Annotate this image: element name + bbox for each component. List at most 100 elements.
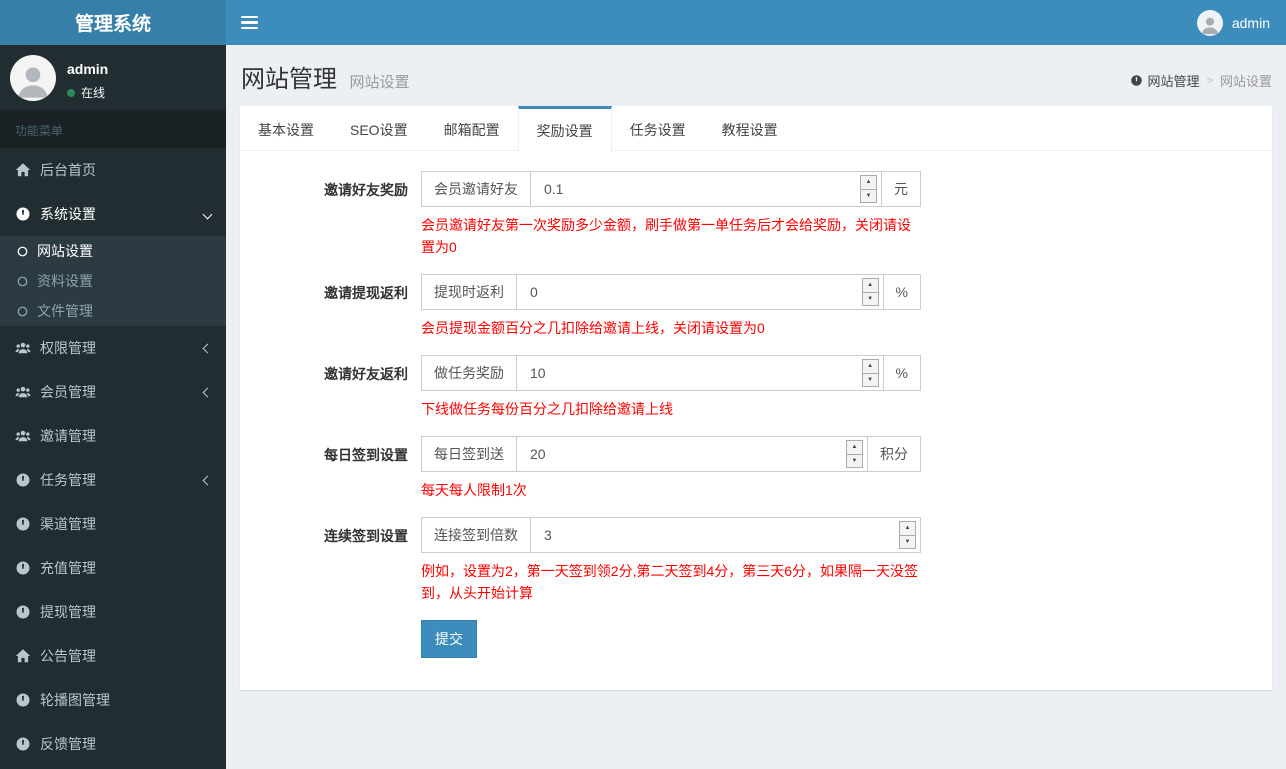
- spinner-down-button[interactable]: ▼: [862, 291, 878, 306]
- sidebar-user-status[interactable]: 在线: [67, 84, 108, 101]
- hamburger-icon: [240, 15, 258, 19]
- sidebar-item-invites: 邀请管理: [0, 414, 226, 458]
- sidebar-subitem-file-management: 文件管理: [0, 296, 226, 326]
- gauge-icon: [15, 692, 31, 708]
- spinner-down-button[interactable]: ▼: [900, 534, 915, 549]
- users-icon: [15, 428, 31, 444]
- chevron-left-icon: [202, 475, 213, 485]
- sidebar-section-label: 功能菜单: [0, 110, 226, 148]
- content-header: 网站管理 网站设置 网站管理 > 网站设置: [226, 45, 1286, 106]
- tab-seo[interactable]: SEO设置: [332, 106, 426, 150]
- consecutive-signin-row: 连续签到设置 连接签到倍数 ▲ ▼ 例如: [255, 517, 1257, 604]
- consecutive-signin-input[interactable]: [531, 518, 920, 552]
- page-title: 网站管理: [241, 66, 337, 93]
- field-label: 邀请好友返利: [324, 366, 408, 382]
- spinner-up-button[interactable]: ▲: [863, 279, 878, 292]
- sidebar-toggle-button[interactable]: [226, 0, 272, 45]
- sidebar-item-system-settings: 系统设置 网站设置 资料设置 文件管理: [0, 192, 226, 326]
- daily-signin-input[interactable]: [517, 437, 867, 471]
- tab-tutorial[interactable]: 教程设置: [704, 106, 796, 150]
- sidebar-item-feedback: 反馈管理: [0, 722, 226, 766]
- breadcrumb: 网站管理 > 网站设置: [1130, 71, 1272, 90]
- admin-page: 管理系统 admin admin 在线 功能菜单 后台首页 系统设置 网站设置 …: [0, 0, 1286, 769]
- breadcrumb-separator: >: [1206, 74, 1213, 87]
- chevron-down-icon: [202, 209, 213, 219]
- spinner-up-button[interactable]: ▲: [863, 360, 878, 373]
- sidebar-user-panel: admin 在线: [0, 45, 226, 110]
- sidebar-item-withdrawals: 提现管理: [0, 590, 226, 634]
- field-label: 邀请提现返利: [324, 285, 408, 301]
- unit-addon: 积分: [867, 436, 921, 472]
- settings-box: 基本设置 SEO设置 邮箱配置 奖励设置 任务设置 教程设置 邀请好友奖励 会员…: [240, 106, 1272, 690]
- daily-signin-row: 每日签到设置 每日签到送 ▲ ▼ 积分: [255, 436, 1257, 501]
- tab-email[interactable]: 邮箱配置: [426, 106, 518, 150]
- user-menu[interactable]: admin: [1181, 0, 1286, 45]
- sidebar-submenu-system: 网站设置 资料设置 文件管理: [0, 236, 226, 326]
- unit-addon: 元: [881, 171, 921, 207]
- online-dot-icon: [67, 88, 75, 97]
- help-text: 例如，设置为2，第一天签到领2分,第二天签到4分，第三天6分，如果隔一天没签到，…: [421, 563, 919, 601]
- sidebar-item-announcements: 公告管理: [0, 634, 226, 678]
- gauge-icon: [15, 560, 31, 576]
- sidebar-subitem-site-settings: 网站设置: [0, 236, 226, 266]
- page-subtitle: 网站设置: [349, 74, 410, 91]
- chevron-left-icon: [202, 343, 213, 353]
- number-spinner: ▲ ▼: [860, 175, 877, 203]
- sidebar-item-tasks: 任务管理: [0, 458, 226, 502]
- number-spinner: ▲ ▼: [861, 278, 879, 306]
- number-spinner: ▲ ▼: [861, 359, 879, 387]
- task-rebate-row: 邀请好友返利 做任务奖励 ▲ ▼ %: [255, 355, 1257, 420]
- app-title: 管理系统: [74, 14, 151, 35]
- sidebar-item-home: 后台首页: [0, 148, 226, 192]
- gauge-icon: [15, 206, 31, 222]
- spinner-down-button[interactable]: ▼: [862, 372, 878, 387]
- user-avatar-icon: [1196, 9, 1223, 36]
- input-addon: 做任务奖励: [421, 355, 517, 391]
- spinner-up-button[interactable]: ▲: [900, 522, 915, 535]
- spinner-up-button[interactable]: ▲: [847, 441, 862, 454]
- circle-o-icon: [16, 275, 29, 288]
- tab-task[interactable]: 任务设置: [612, 106, 704, 150]
- gauge-icon: [15, 604, 31, 620]
- input-addon: 连接签到倍数: [421, 517, 531, 553]
- number-spinner: ▲ ▼: [846, 440, 863, 468]
- invite-friend-reward-row: 邀请好友奖励 会员邀请好友 ▲ ▼ 元: [255, 171, 1257, 258]
- field-label: 连续签到设置: [324, 528, 408, 544]
- top-navbar: admin: [226, 0, 1286, 45]
- gauge-icon: [1130, 74, 1143, 87]
- chevron-left-icon: [202, 387, 213, 397]
- tab-basic[interactable]: 基本设置: [240, 106, 332, 150]
- sidebar-avatar-icon: [10, 55, 56, 101]
- sidebar-item-members: 会员管理: [0, 370, 226, 414]
- tab-reward[interactable]: 奖励设置: [517, 106, 612, 152]
- gauge-icon: [15, 472, 31, 488]
- input-addon: 提现时返利: [421, 274, 517, 310]
- number-spinner: ▲ ▼: [899, 521, 916, 549]
- navbar-username: admin: [1231, 14, 1270, 31]
- sidebar: admin 在线 功能菜单 后台首页 系统设置 网站设置 资料设置 文件管理 权…: [0, 45, 226, 769]
- withdraw-rebate-input[interactable]: [517, 275, 883, 309]
- sidebar-item-carousel: 轮播图管理: [0, 678, 226, 722]
- breadcrumb-root-link[interactable]: 网站管理: [1130, 71, 1200, 90]
- sidebar-item-channels: 渠道管理: [0, 502, 226, 546]
- spinner-down-button[interactable]: ▼: [861, 188, 876, 203]
- input-addon: 每日签到送: [421, 436, 517, 472]
- task-rebate-input[interactable]: [517, 356, 883, 390]
- help-text: 每天每人限制1次: [421, 482, 527, 498]
- app-logo[interactable]: 管理系统: [0, 0, 226, 45]
- home-icon: [15, 162, 31, 178]
- sidebar-menu: 后台首页 系统设置 网站设置 资料设置 文件管理 权限管理 会员管理 邀请管理 …: [0, 148, 226, 766]
- circle-o-icon: [16, 245, 29, 258]
- spinner-down-button[interactable]: ▼: [847, 453, 862, 468]
- submit-button[interactable]: 提交: [421, 620, 477, 658]
- spinner-up-button[interactable]: ▲: [861, 176, 876, 189]
- help-text: 会员邀请好友第一次奖励多少金额，刷手做第一单任务后才会给奖励，关闭请设置为0: [421, 217, 911, 255]
- circle-o-icon: [16, 305, 29, 318]
- field-label: 邀请好友奖励: [324, 182, 408, 198]
- settings-tabs: 基本设置 SEO设置 邮箱配置 奖励设置 任务设置 教程设置: [240, 106, 1272, 152]
- invite-friend-reward-input[interactable]: [531, 172, 881, 206]
- breadcrumb-current: 网站设置: [1219, 74, 1272, 89]
- home-icon: [15, 648, 31, 664]
- field-label: 每日签到设置: [324, 447, 408, 463]
- reward-settings-form: 邀请好友奖励 会员邀请好友 ▲ ▼ 元: [240, 151, 1272, 690]
